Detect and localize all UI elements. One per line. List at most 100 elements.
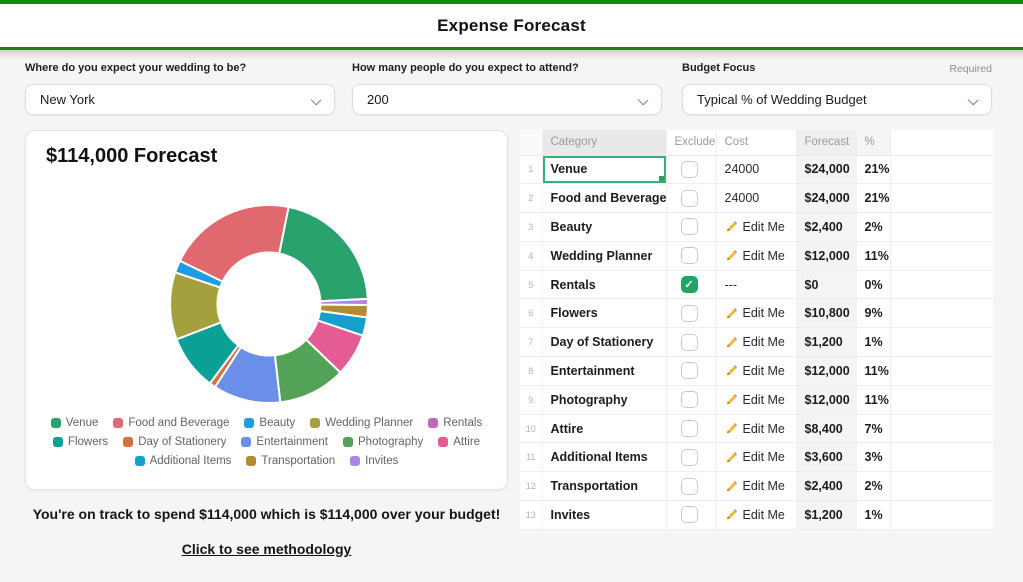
exclude-checkbox[interactable] xyxy=(680,247,698,265)
header-shadow xyxy=(0,50,1023,60)
exclude-checkbox[interactable] xyxy=(680,420,698,438)
legend-item[interactable]: Day of Stationery xyxy=(123,436,226,448)
category-cell[interactable]: Entertainment xyxy=(542,356,667,386)
cost-cell[interactable]: Edit Me xyxy=(716,414,797,444)
filler-cell xyxy=(890,356,993,386)
exclude-checkbox[interactable] xyxy=(680,391,698,409)
exclude-checkbox[interactable] xyxy=(680,218,698,236)
table-row: 3 Beauty Edit Me $2,400 2% xyxy=(520,212,993,242)
legend-item[interactable]: Wedding Planner xyxy=(310,417,413,429)
category-cell[interactable]: Attire xyxy=(542,414,667,444)
selection-fill-handle[interactable] xyxy=(658,176,664,182)
cost-cell[interactable]: Edit Me xyxy=(716,500,797,530)
filler-cell xyxy=(890,298,993,329)
wedding-location-value: New York xyxy=(40,92,95,107)
required-badge: Required xyxy=(949,63,992,75)
exclude-checkbox[interactable] xyxy=(680,448,698,466)
legend-label: Rentals xyxy=(443,417,483,429)
pencil-icon xyxy=(726,250,737,261)
cost-cell[interactable]: Edit Me xyxy=(716,298,797,329)
exclude-checkbox[interactable] xyxy=(680,362,698,380)
category-cell[interactable]: Flowers xyxy=(542,298,667,329)
exclude-cell xyxy=(666,212,717,242)
category-cell[interactable]: Food and Beverage xyxy=(542,183,667,214)
category-cell[interactable]: Transportation xyxy=(542,471,667,502)
legend-color-chip xyxy=(50,418,61,428)
exclude-header: Exclude xyxy=(666,130,717,156)
cost-cell[interactable]: Edit Me xyxy=(716,356,797,386)
legend-item[interactable]: Entertainment xyxy=(241,436,328,448)
legend-label: Venue xyxy=(65,417,99,429)
legend-color-chip xyxy=(113,418,124,428)
exclude-checkbox[interactable] xyxy=(680,333,698,351)
category-cell[interactable]: Photography xyxy=(542,385,667,415)
legend-label: Wedding Planner xyxy=(325,417,414,429)
cost-cell[interactable]: Edit Me xyxy=(716,471,797,502)
cost-cell[interactable]: 24000 xyxy=(716,183,797,214)
budget-summary-text: You're on track to spend $114,000 which … xyxy=(32,506,501,522)
forecast-cell: $3,600 xyxy=(796,442,857,473)
category-cell[interactable]: Day of Stationery xyxy=(542,327,667,358)
filler-cell xyxy=(890,327,993,358)
forecast-cell: $2,400 xyxy=(796,212,857,242)
pencil-icon xyxy=(726,509,737,520)
legend-item[interactable]: Attire xyxy=(438,436,480,448)
category-cell[interactable]: Beauty xyxy=(542,212,667,242)
exclude-checkbox[interactable] xyxy=(680,189,698,207)
category-cell[interactable]: Additional Items xyxy=(542,442,667,473)
donut-slice[interactable] xyxy=(278,205,369,303)
table-row: 13 Invites Edit Me $1,200 1% xyxy=(520,500,993,530)
cost-cell[interactable]: Edit Me xyxy=(716,327,797,358)
cost-cell[interactable]: Edit Me xyxy=(716,241,797,271)
forecast-cell: $0 xyxy=(796,270,857,300)
row-number: 4 xyxy=(520,241,543,271)
app-header: Expense Forecast xyxy=(0,4,1023,47)
legend-item[interactable]: Flowers xyxy=(52,436,108,448)
category-cell[interactable]: Rentals xyxy=(542,270,667,300)
pencil-icon xyxy=(726,480,737,492)
exclude-cell xyxy=(666,414,717,444)
filler-cell xyxy=(890,212,993,242)
forecast-cell: $1,200 xyxy=(796,500,857,530)
budget-focus-select[interactable]: Typical % of Wedding Budget xyxy=(682,84,992,115)
cost-cell[interactable]: Edit Me xyxy=(716,385,797,415)
exclude-cell xyxy=(666,183,717,214)
cost-cell[interactable]: Edit Me xyxy=(716,442,797,473)
guest-count-select[interactable]: 200 xyxy=(352,84,662,115)
legend-item[interactable]: Beauty xyxy=(244,417,295,429)
percent-cell: 21% xyxy=(856,155,891,185)
filler-cell xyxy=(890,241,993,271)
legend-item[interactable]: Food and Beverage xyxy=(113,417,229,429)
exclude-cell xyxy=(666,327,717,358)
category-cell[interactable]: Venue xyxy=(542,155,667,185)
methodology-link[interactable]: Click to see methodology xyxy=(182,541,352,557)
exclude-checkbox[interactable] xyxy=(680,160,698,178)
cost-cell[interactable]: Edit Me xyxy=(716,212,797,242)
legend-item[interactable]: Photography xyxy=(343,436,423,448)
wedding-location-label: Where do you expect your wedding to be? xyxy=(25,62,247,74)
legend-item[interactable]: Rentals xyxy=(428,417,482,429)
legend-color-chip xyxy=(52,437,63,447)
expense-table: Category Exclude Cost Forecast % 1 Venue xyxy=(520,130,993,530)
exclude-checkbox[interactable]: ✓ xyxy=(680,276,698,294)
legend-item[interactable]: Transportation xyxy=(246,455,335,467)
pencil-icon xyxy=(726,307,737,319)
row-number-header xyxy=(520,130,543,156)
percent-cell: 9% xyxy=(856,298,891,329)
forecast-donut-chart xyxy=(169,204,369,404)
table-row: 6 Flowers Edit Me $10,800 9% xyxy=(520,298,993,329)
category-cell[interactable]: Invites xyxy=(542,500,667,530)
cost-cell[interactable]: 24000 xyxy=(716,155,797,185)
exclude-checkbox[interactable] xyxy=(680,506,698,524)
exclude-checkbox[interactable] xyxy=(680,477,698,495)
legend-item[interactable]: Additional Items xyxy=(134,455,231,467)
exclude-checkbox[interactable] xyxy=(680,304,698,322)
category-cell[interactable]: Wedding Planner xyxy=(542,241,667,271)
table-row: 12 Transportation Edit Me $2,400 2% xyxy=(520,471,993,502)
cost-cell[interactable]: --- xyxy=(716,270,797,300)
filler-cell xyxy=(890,500,993,530)
pencil-icon xyxy=(726,221,737,233)
wedding-location-select[interactable]: New York xyxy=(25,84,335,115)
legend-item[interactable]: Invites xyxy=(350,455,398,467)
legend-item[interactable]: Venue xyxy=(50,417,99,429)
